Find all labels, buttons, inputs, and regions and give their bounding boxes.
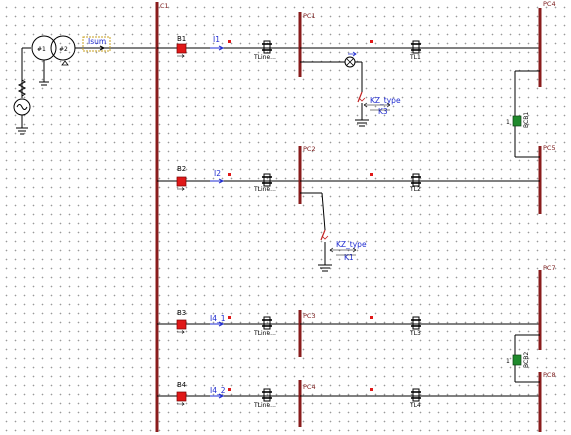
coupler-bcb2-label: BCB2 xyxy=(523,352,530,368)
line-tline-4-label: TLine... xyxy=(253,402,276,409)
line-tline-1[interactable]: TLine... xyxy=(253,40,276,61)
line-tl3[interactable]: TL3 xyxy=(409,316,421,337)
fault-k1-switch: K1 xyxy=(344,253,354,262)
fault-k3[interactable]: KZ_type K3 xyxy=(300,51,401,127)
line-tl4-label: TL4 xyxy=(409,402,421,409)
meter-i4-2[interactable]: I4_2 xyxy=(210,386,226,399)
meter-i4-1[interactable]: I4_1 xyxy=(210,314,226,327)
probe-marker xyxy=(370,40,373,43)
meter-i4-2-label: I4_2 xyxy=(210,386,226,395)
breaker-b1[interactable] xyxy=(176,43,187,54)
bus-pc5-label: PC4 xyxy=(543,0,556,8)
breaker-b3[interactable] xyxy=(176,319,187,330)
line-tline-3[interactable]: TLine... xyxy=(253,316,276,337)
probe-marker xyxy=(228,40,231,43)
meter-i4-1-label: I4_1 xyxy=(210,314,226,323)
probe-marker xyxy=(370,173,373,176)
coupler-bcb1[interactable]: 1 BCB1 xyxy=(506,70,540,158)
bus-pc1-label: PC1 xyxy=(303,12,316,20)
fault-k3-switch: K3 xyxy=(378,107,388,116)
bus-pc6-label: PC5 xyxy=(543,144,556,152)
probe-marker xyxy=(370,388,373,391)
line-tline-2[interactable]: TLine... xyxy=(253,173,276,193)
fault-k1[interactable]: KZ_type K1 xyxy=(300,192,367,272)
bus-pc8-label: PC8 xyxy=(543,371,556,379)
probe-marker xyxy=(370,316,373,319)
line-tl4[interactable]: TL4 xyxy=(409,388,421,409)
isum-label: Isum xyxy=(88,37,106,46)
breaker-b3-label: B3 xyxy=(177,309,186,317)
line-tl1[interactable]: TL1 xyxy=(409,40,421,61)
line-tline-1-label: TLine... xyxy=(253,54,276,61)
bus-pc7-label: PC7 xyxy=(543,264,556,272)
meter-i2[interactable]: I2 xyxy=(210,169,225,184)
breaker-b1-label: B1 xyxy=(177,35,186,43)
line-tl1-label: TL1 xyxy=(409,54,421,61)
line-tl3-label: TL3 xyxy=(409,330,421,337)
isum-meter[interactable]: Isum xyxy=(82,36,111,52)
bus-c1-label: C1 xyxy=(160,2,169,10)
coupler-bcb1-tag: 1 xyxy=(506,119,510,126)
transformer[interactable]: #1 #2 xyxy=(31,35,76,86)
voltage-source[interactable] xyxy=(13,55,31,135)
fault-k3-type: KZ_type xyxy=(370,96,401,105)
line-tline-2-label: TLine... xyxy=(253,186,276,193)
meter-i2-label: I2 xyxy=(214,169,221,178)
line-tline-4[interactable]: TLine... xyxy=(253,388,276,409)
bus-pc2-label: PC2 xyxy=(303,145,316,153)
probe-marker xyxy=(228,173,231,176)
meter-i1-label: I1 xyxy=(213,35,220,44)
breaker-b2-label: B2 xyxy=(177,165,186,173)
transformer-winding1-label: #1 xyxy=(37,46,46,53)
probe-marker xyxy=(228,388,231,391)
bus-pc3-label: PC3 xyxy=(303,312,316,320)
breaker-b4[interactable] xyxy=(176,391,187,402)
breaker-b4-label: B4 xyxy=(177,381,187,389)
meter-i1[interactable]: I1 xyxy=(210,35,225,51)
line-tline-3-label: TLine... xyxy=(253,330,276,337)
line-tl2[interactable]: TL2 xyxy=(409,173,421,193)
schematic-canvas[interactable]: #1 #2 Isum C1 B1 I1 TLine... PC1 TL1 KZ_… xyxy=(0,0,571,435)
breaker-b2[interactable] xyxy=(176,176,187,187)
bus-pc4-label: PC4 xyxy=(303,383,316,391)
probe-marker xyxy=(228,316,231,319)
coupler-bcb2-tag: 1 xyxy=(506,358,510,365)
transformer-winding2-label: #2 xyxy=(59,46,68,53)
coupler-bcb1-label: BCB1 xyxy=(523,112,530,128)
line-tl2-label: TL2 xyxy=(409,186,421,193)
fault-k1-type: KZ_type xyxy=(336,240,367,249)
coupler-bcb2[interactable]: 1 BCB2 xyxy=(506,334,540,383)
